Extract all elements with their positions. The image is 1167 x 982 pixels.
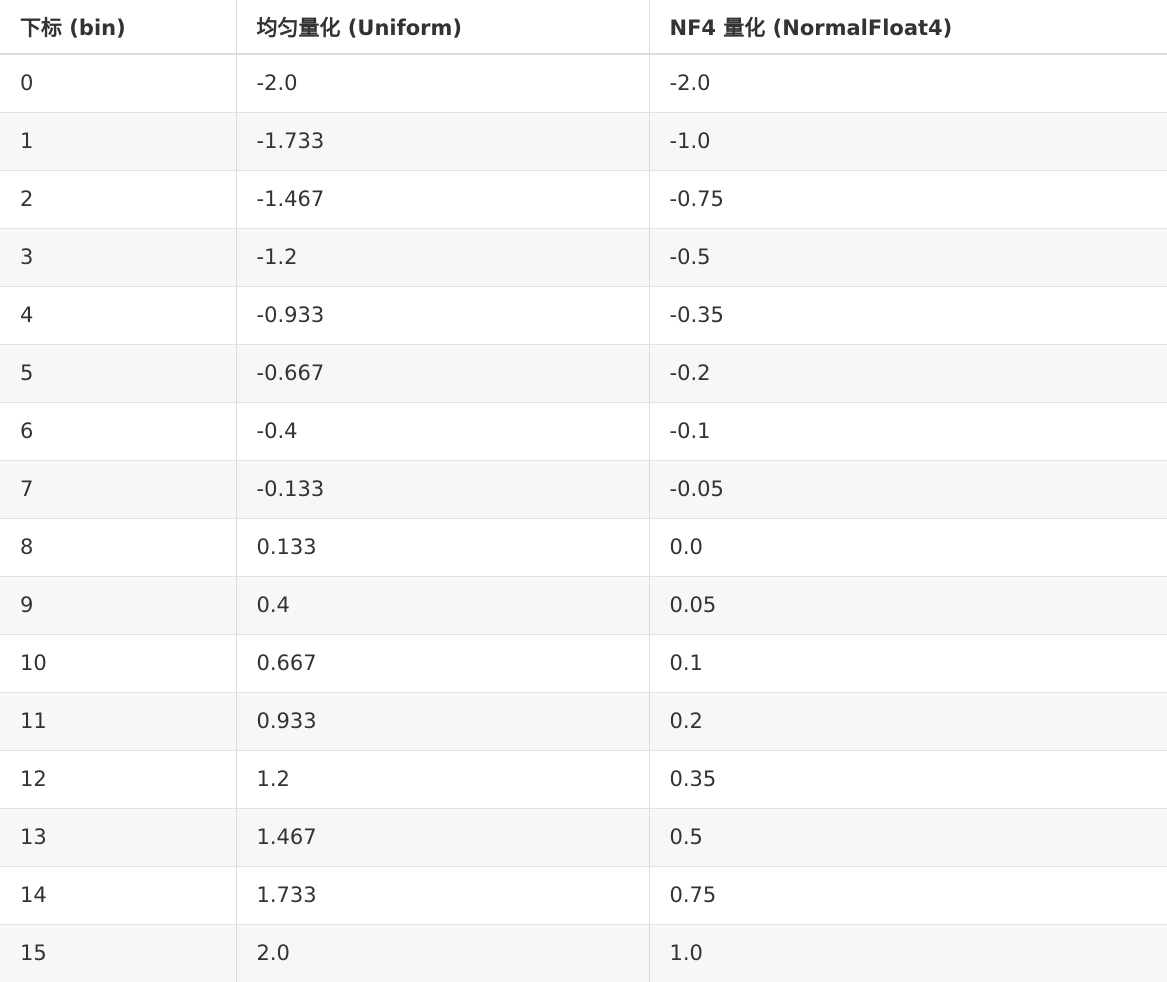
cell-uniform: -1.733 — [235, 112, 649, 171]
cell-uniform: -2.0 — [235, 54, 649, 113]
cell-bin: 15 — [0, 924, 236, 982]
cell-bin: 14 — [0, 866, 236, 925]
cell-nf4: -0.2 — [648, 344, 1167, 403]
table-row: 1 -1.733 -1.0 — [0, 112, 1167, 171]
table-row: 5 -0.667 -0.2 — [0, 344, 1167, 403]
cell-uniform: 0.933 — [235, 692, 649, 751]
table-row: 15 2.0 1.0 — [0, 924, 1167, 982]
table-row: 6 -0.4 -0.1 — [0, 402, 1167, 461]
cell-nf4: -0.1 — [648, 402, 1167, 461]
table-row: 12 1.2 0.35 — [0, 750, 1167, 809]
cell-nf4: 0.1 — [648, 634, 1167, 693]
cell-bin: 11 — [0, 692, 236, 751]
cell-bin: 8 — [0, 518, 236, 577]
cell-uniform: 1.733 — [235, 866, 649, 925]
cell-uniform: -1.467 — [235, 170, 649, 229]
cell-nf4: 0.2 — [648, 692, 1167, 751]
header-bin: 下标 (bin) — [0, 0, 236, 55]
cell-nf4: 1.0 — [648, 924, 1167, 982]
cell-bin: 0 — [0, 54, 236, 113]
cell-uniform: -0.4 — [235, 402, 649, 461]
cell-uniform: 0.133 — [235, 518, 649, 577]
cell-nf4: 0.75 — [648, 866, 1167, 925]
header-nf4: NF4 量化 (NormalFloat4) — [648, 0, 1167, 55]
cell-nf4: -2.0 — [648, 54, 1167, 113]
cell-nf4: 0.5 — [648, 808, 1167, 867]
cell-uniform: -1.2 — [235, 228, 649, 287]
table-row: 9 0.4 0.05 — [0, 576, 1167, 635]
cell-uniform: 1.467 — [235, 808, 649, 867]
cell-nf4: -1.0 — [648, 112, 1167, 171]
table-header-row: 下标 (bin) 均匀量化 (Uniform) NF4 量化 (NormalFl… — [0, 0, 1167, 55]
cell-bin: 9 — [0, 576, 236, 635]
cell-bin: 12 — [0, 750, 236, 809]
quantization-table: 下标 (bin) 均匀量化 (Uniform) NF4 量化 (NormalFl… — [0, 0, 1167, 982]
cell-uniform: -0.133 — [235, 460, 649, 519]
cell-nf4: 0.0 — [648, 518, 1167, 577]
table-row: 0 -2.0 -2.0 — [0, 54, 1167, 113]
table-row: 13 1.467 0.5 — [0, 808, 1167, 867]
cell-bin: 13 — [0, 808, 236, 867]
cell-uniform: -0.667 — [235, 344, 649, 403]
cell-bin: 2 — [0, 170, 236, 229]
table-row: 8 0.133 0.0 — [0, 518, 1167, 577]
header-uniform: 均匀量化 (Uniform) — [235, 0, 649, 55]
cell-nf4: -0.35 — [648, 286, 1167, 345]
table-row: 10 0.667 0.1 — [0, 634, 1167, 693]
cell-nf4: -0.05 — [648, 460, 1167, 519]
cell-bin: 1 — [0, 112, 236, 171]
cell-uniform: 0.667 — [235, 634, 649, 693]
cell-nf4: 0.35 — [648, 750, 1167, 809]
table-row: 2 -1.467 -0.75 — [0, 170, 1167, 229]
cell-bin: 10 — [0, 634, 236, 693]
table-row: 7 -0.133 -0.05 — [0, 460, 1167, 519]
cell-nf4: 0.05 — [648, 576, 1167, 635]
cell-uniform: 2.0 — [235, 924, 649, 982]
cell-bin: 5 — [0, 344, 236, 403]
cell-bin: 6 — [0, 402, 236, 461]
cell-uniform: 0.4 — [235, 576, 649, 635]
cell-uniform: -0.933 — [235, 286, 649, 345]
table-row: 11 0.933 0.2 — [0, 692, 1167, 751]
cell-nf4: -0.5 — [648, 228, 1167, 287]
cell-bin: 4 — [0, 286, 236, 345]
table-row: 14 1.733 0.75 — [0, 866, 1167, 925]
cell-bin: 3 — [0, 228, 236, 287]
cell-uniform: 1.2 — [235, 750, 649, 809]
cell-bin: 7 — [0, 460, 236, 519]
table-row: 3 -1.2 -0.5 — [0, 228, 1167, 287]
table-row: 4 -0.933 -0.35 — [0, 286, 1167, 345]
cell-nf4: -0.75 — [648, 170, 1167, 229]
